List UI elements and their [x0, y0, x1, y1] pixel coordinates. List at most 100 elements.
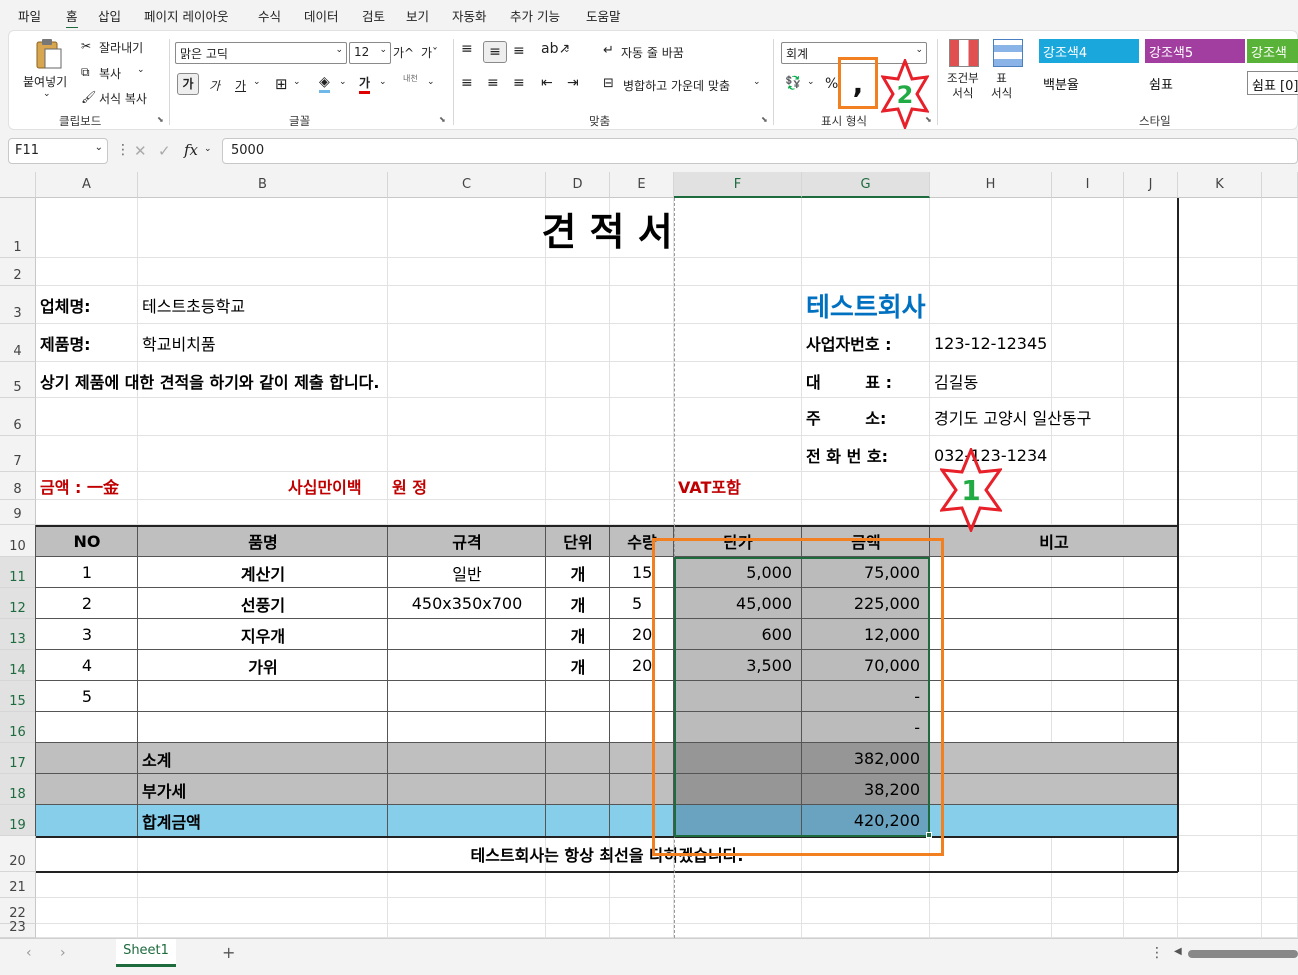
row-header-21[interactable]: 21 — [0, 872, 36, 898]
menu-page-layout[interactable]: 페이지 레이아웃 — [144, 6, 228, 25]
orientation-dropdown-icon[interactable]: ⌄ — [563, 45, 571, 55]
column-header-J[interactable]: J — [1124, 172, 1178, 198]
clipboard-launcher-icon[interactable]: ⬊ — [157, 115, 164, 124]
font-color-dropdown-icon[interactable]: ⌄ — [379, 77, 387, 87]
cut-icon[interactable]: ✂ — [81, 39, 91, 53]
underline-button[interactable]: 가 — [235, 77, 246, 94]
row-header-7[interactable]: 7 — [0, 436, 36, 472]
enter-icon[interactable]: ✓ — [158, 142, 171, 160]
phonetic-button[interactable]: 내천 — [403, 73, 418, 84]
border-dropdown-icon[interactable]: ⌄ — [293, 77, 301, 87]
align-bottom-icon[interactable]: ≡ — [513, 43, 525, 59]
merge-center-button[interactable]: 병합하고 가운데 맞춤 — [623, 77, 730, 94]
insert-function-button[interactable]: fx — [184, 141, 198, 159]
row-header-8[interactable]: 8 — [0, 472, 36, 500]
conditional-format-icon[interactable] — [949, 39, 979, 67]
cell-style-5[interactable]: 쉼표 [0] — [1247, 71, 1298, 95]
menu-addins[interactable]: 추가 기능 — [510, 6, 560, 25]
copy-icon[interactable]: ⧉ — [81, 65, 90, 80]
bold-button[interactable]: 가 — [177, 73, 199, 95]
format-painter-icon[interactable]: 🖌 — [81, 90, 96, 104]
paste-button[interactable]: 붙여넣기 — [23, 73, 67, 90]
italic-button[interactable]: 가 — [209, 77, 220, 94]
scroll-right-icon[interactable]: › — [60, 945, 66, 961]
column-header-E[interactable]: E — [610, 172, 674, 198]
more-options-icon[interactable]: ⋮ — [1150, 945, 1164, 961]
row-header-11[interactable]: 11 — [0, 557, 36, 588]
name-box[interactable]: F11 ⌄ — [8, 138, 108, 164]
row-header-5[interactable]: 5 — [0, 362, 36, 398]
font-color-button[interactable]: 가 — [359, 74, 371, 94]
cell-style-2[interactable]: 강조색 — [1247, 39, 1298, 63]
number-launcher-icon[interactable]: ⬊ — [925, 115, 932, 124]
row-header-12[interactable]: 12 — [0, 588, 36, 619]
percent-button[interactable]: % — [825, 76, 838, 92]
cancel-icon[interactable]: ✕ — [134, 142, 147, 160]
wrap-text-icon[interactable]: ↵ — [603, 43, 614, 58]
column-header-K[interactable]: K — [1178, 172, 1262, 198]
menu-formulas[interactable]: 수식 — [258, 6, 281, 25]
conditional-format-button[interactable]: 조건부 서식 — [947, 71, 979, 101]
underline-dropdown-icon[interactable]: ⌄ — [253, 77, 261, 87]
accounting-format-icon[interactable]: 💱 — [785, 76, 801, 91]
accounting-dropdown-icon[interactable]: ⌄ — [807, 77, 815, 87]
format-painter-button[interactable]: 서식 복사 — [99, 90, 147, 107]
cut-button[interactable]: 잘라내기 — [99, 39, 143, 56]
cell-style-0[interactable]: 강조색4 — [1039, 39, 1139, 63]
menu-help[interactable]: 도움말 — [586, 6, 621, 25]
font-launcher-icon[interactable]: ⬊ — [439, 115, 446, 124]
paste-icon[interactable] — [31, 37, 65, 71]
row-header-3[interactable]: 3 — [0, 286, 36, 324]
copy-dropdown-icon[interactable]: ⌄ — [137, 65, 145, 75]
row-header-1[interactable]: 1 — [0, 198, 36, 258]
menu-view[interactable]: 보기 — [406, 6, 429, 25]
worksheet-grid[interactable]: A B C D E F G H I J K 1 2 3 4 5 6 7 8 9 10 11 12 13 14 15 16 17 18 19… — [0, 172, 1298, 938]
align-center-icon[interactable]: ≡ — [487, 75, 499, 91]
scroll-left-icon[interactable]: ‹ — [26, 945, 32, 961]
row-header-19[interactable]: 19 — [0, 805, 36, 836]
column-header-C[interactable]: C — [388, 172, 546, 198]
align-right-icon[interactable]: ≡ — [513, 75, 525, 91]
column-header-F[interactable]: F — [674, 172, 802, 198]
row-header-2[interactable]: 2 — [0, 258, 36, 286]
font-size-select[interactable]: 12 ⌄ — [349, 42, 391, 64]
format-as-table-button[interactable]: 표 서식 — [991, 71, 1012, 101]
wrap-text-button[interactable]: 자동 줄 바꿈 — [621, 44, 684, 61]
select-all-corner[interactable] — [0, 172, 36, 198]
fill-color-icon[interactable]: ◈ — [319, 74, 330, 93]
fill-dropdown-icon[interactable]: ⌄ — [339, 77, 347, 87]
column-header-B[interactable]: B — [138, 172, 388, 198]
column-header-G[interactable]: G — [802, 172, 930, 198]
row-header-9[interactable]: 9 — [0, 500, 36, 525]
add-sheet-icon[interactable]: + — [222, 943, 235, 962]
column-header-I[interactable]: I — [1052, 172, 1124, 198]
menu-file[interactable]: 파일 — [18, 6, 41, 25]
merge-center-icon[interactable]: ⊟ — [603, 76, 614, 91]
row-header-17[interactable]: 17 — [0, 743, 36, 774]
row-header-23[interactable]: 23 — [0, 920, 36, 938]
shrink-font-button[interactable]: 가ˇ — [421, 44, 438, 61]
align-left-icon[interactable]: ≡ — [461, 75, 473, 91]
menu-automate[interactable]: 자동화 — [452, 6, 487, 25]
menu-insert[interactable]: 삽입 — [98, 6, 121, 25]
row-header-18[interactable]: 18 — [0, 774, 36, 805]
font-name-select[interactable]: 맑은 고딕 ⌄ — [175, 42, 347, 64]
comma-style-button[interactable]: , — [838, 57, 878, 109]
scroll-left-arrow-icon[interactable]: ◀ — [1174, 946, 1182, 957]
paste-dropdown-icon[interactable]: ⌄ — [43, 89, 51, 99]
phonetic-dropdown-icon[interactable]: ⌄ — [427, 77, 435, 87]
border-icon[interactable]: ⊞ — [275, 75, 288, 93]
row-header-10[interactable]: 10 — [0, 525, 36, 557]
align-top-icon[interactable]: ≡ — [461, 41, 473, 57]
row-header-20[interactable]: 20 — [0, 836, 36, 872]
column-header-A[interactable]: A — [36, 172, 138, 198]
row-header-13[interactable]: 13 — [0, 619, 36, 650]
horizontal-scrollbar[interactable] — [1188, 950, 1298, 958]
menu-review[interactable]: 검토 — [362, 6, 385, 25]
sheet-tab-sheet1[interactable]: Sheet1 — [116, 939, 176, 967]
align-middle-icon[interactable]: ≡ — [483, 41, 507, 63]
merge-dropdown-icon[interactable]: ⌄ — [753, 77, 761, 87]
row-header-14[interactable]: 14 — [0, 650, 36, 681]
cell-style-4[interactable]: 쉼표 — [1145, 71, 1245, 95]
cell-style-1[interactable]: 강조색5 — [1145, 39, 1245, 63]
